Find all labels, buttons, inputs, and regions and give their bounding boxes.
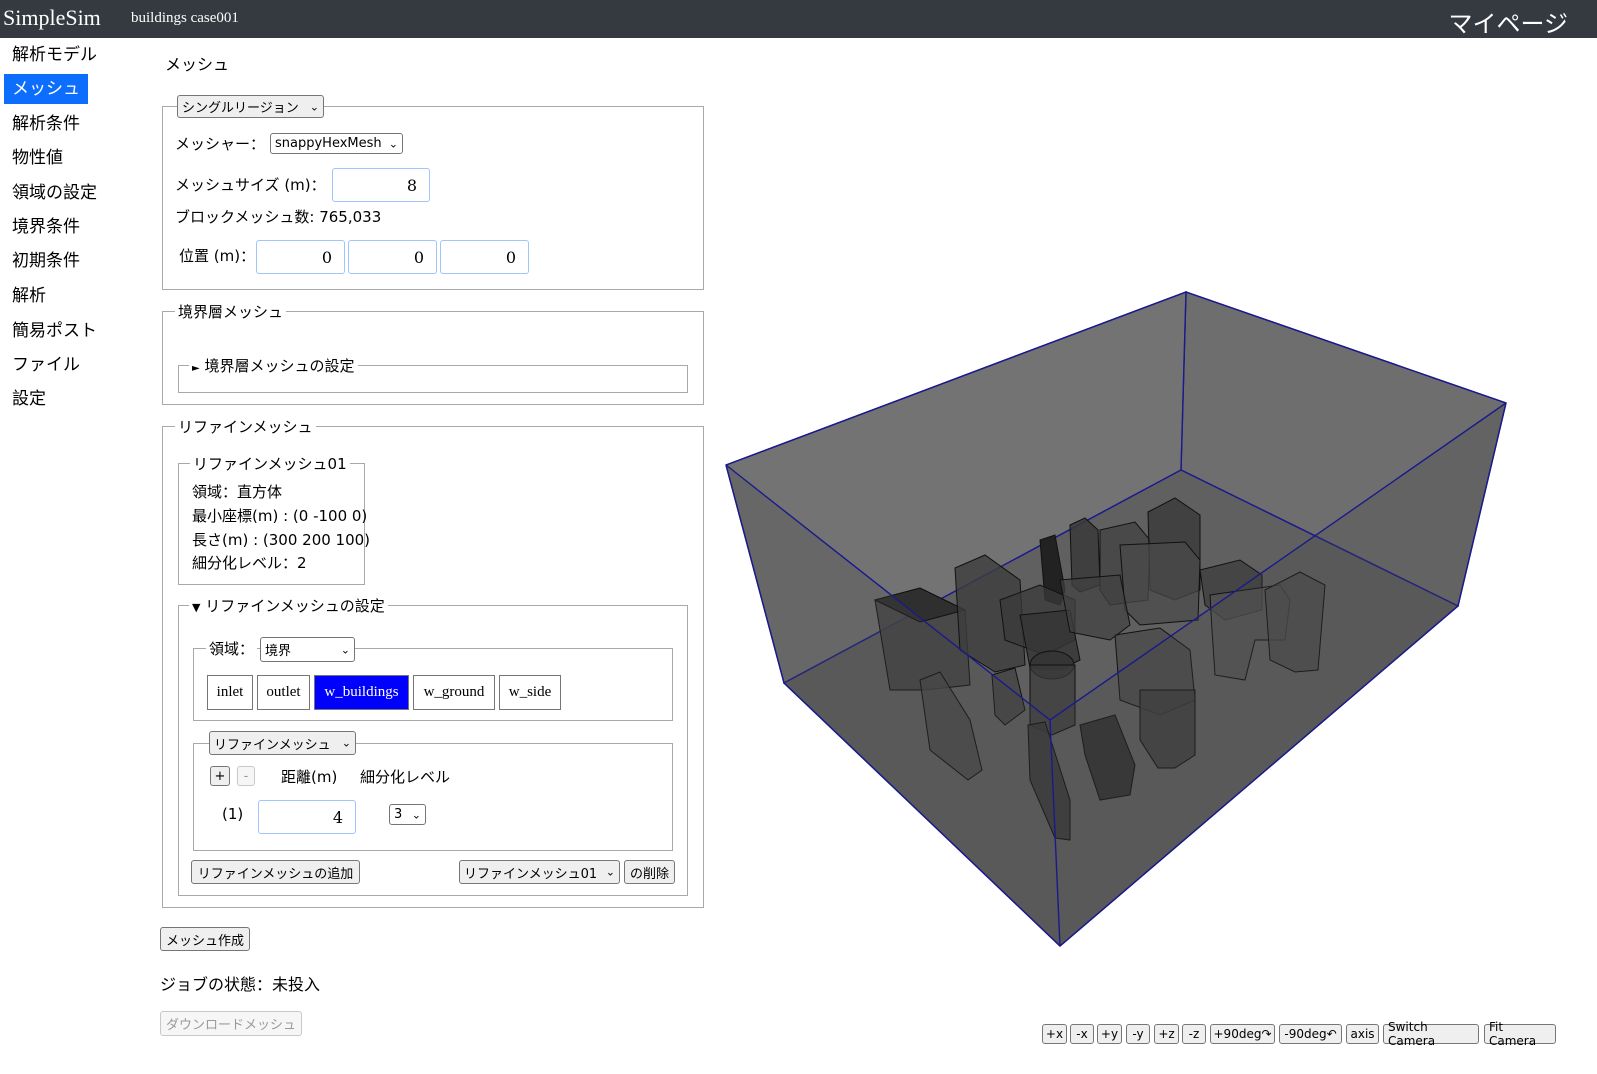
patch-w-side[interactable]: w_side bbox=[499, 675, 561, 710]
position-label: 位置 (m)： bbox=[179, 247, 256, 265]
chevron-down-icon: ⌄ bbox=[309, 100, 319, 113]
project-name: buildings case001 bbox=[131, 10, 239, 26]
refine-mesh-item-legend: リファインメッシュ01 bbox=[190, 453, 350, 474]
view-minus-y-button[interactable]: -y bbox=[1126, 1024, 1150, 1044]
refine-info-level: 細分化レベル：2 bbox=[192, 554, 307, 572]
mesh-3d-viewer[interactable] bbox=[715, 270, 1585, 1010]
sidebar-item-model[interactable]: 解析モデル bbox=[4, 40, 105, 70]
sidebar-item-properties[interactable]: 物性値 bbox=[4, 143, 71, 173]
mesh-size-label: メッシュサイズ (m)： bbox=[175, 176, 326, 194]
patch-w-buildings[interactable]: w_buildings bbox=[314, 675, 409, 710]
chevron-down-icon: ⌄ bbox=[340, 643, 350, 656]
refine-distance-input[interactable] bbox=[258, 800, 356, 834]
mypage-link[interactable]: マイページ bbox=[1448, 4, 1568, 39]
sidebar-item-simple-post[interactable]: 簡易ポスト bbox=[4, 316, 105, 346]
delete-target-value: リファインメッシュ01 bbox=[464, 866, 598, 882]
view-minus-z-button[interactable]: -z bbox=[1182, 1024, 1206, 1044]
refine-level-select[interactable]: 3 ⌄ bbox=[389, 804, 426, 825]
triangle-right-icon: ► bbox=[192, 363, 200, 374]
delete-refine-mesh-button[interactable]: の削除 bbox=[624, 860, 675, 884]
refine-region-value: 境界 bbox=[265, 644, 292, 659]
refine-mesh-legend: リファインメッシュ bbox=[175, 416, 316, 437]
sidebar-item-settings[interactable]: 設定 bbox=[4, 384, 54, 414]
add-refine-mesh-button[interactable]: リファインメッシュの追加 bbox=[191, 860, 360, 884]
job-status: ジョブの状態：未投入 bbox=[160, 975, 321, 994]
boundary-layer-legend: 境界層メッシュ bbox=[175, 301, 287, 322]
level-header: 細分化レベル bbox=[360, 768, 451, 786]
chevron-down-icon: ⌄ bbox=[388, 137, 398, 150]
patch-inlet[interactable]: inlet bbox=[207, 675, 253, 710]
refine-distance-panel bbox=[193, 743, 673, 851]
page-title: メッシュ bbox=[165, 55, 230, 74]
create-mesh-button[interactable]: メッシュ作成 bbox=[160, 927, 250, 951]
row-index: (1) bbox=[222, 805, 244, 823]
top-bar: SimpleSim buildings case001 マイページ bbox=[0, 0, 1597, 38]
view-plus-z-button[interactable]: +z bbox=[1154, 1024, 1179, 1044]
remove-row-button[interactable]: - bbox=[237, 766, 255, 786]
axis-button[interactable]: axis bbox=[1346, 1024, 1379, 1044]
refine-info-length: 長さ(m) : (300 200 100) bbox=[192, 531, 371, 549]
mesher-value: snappyHexMesh bbox=[275, 136, 382, 151]
sidebar-item-mesh[interactable]: メッシュ bbox=[4, 74, 88, 104]
mesher-label: メッシャー： bbox=[175, 135, 266, 153]
sidebar-item-file[interactable]: ファイル bbox=[4, 350, 88, 380]
sidebar-item-initial-conditions[interactable]: 初期条件 bbox=[4, 246, 88, 276]
triangle-down-icon: ▼ bbox=[192, 601, 201, 614]
brand-logo[interactable]: SimpleSim bbox=[3, 5, 101, 31]
position-y-input[interactable] bbox=[348, 240, 437, 274]
position-x-input[interactable] bbox=[256, 240, 345, 274]
sidebar-item-analysis-conditions[interactable]: 解析条件 bbox=[4, 109, 88, 139]
mesh-size-input[interactable] bbox=[332, 168, 430, 202]
boundary-layer-settings-label: 境界層メッシュの設定 bbox=[204, 357, 355, 375]
chevron-down-icon: ⌄ bbox=[605, 865, 615, 879]
boundary-layer-settings-toggle[interactable]: ► 境界層メッシュの設定 bbox=[189, 355, 358, 376]
view-minus-x-button[interactable]: -x bbox=[1070, 1024, 1094, 1044]
region-mode-value: シングルリージョン bbox=[182, 101, 299, 116]
refine-region-select[interactable]: 境界 ⌄ bbox=[260, 637, 355, 662]
chevron-down-icon: ⌄ bbox=[341, 736, 351, 750]
mesher-select[interactable]: snappyHexMesh ⌄ bbox=[270, 133, 403, 154]
download-mesh-button[interactable]: ダウンロードメッシュ bbox=[160, 1011, 302, 1036]
fit-camera-button[interactable]: Fit Camera bbox=[1484, 1020, 1556, 1048]
rotate-plus-90-button[interactable]: +90deg↷ bbox=[1210, 1024, 1275, 1044]
distance-header: 距離(m) bbox=[281, 768, 338, 786]
delete-target-select[interactable]: リファインメッシュ01 ⌄ bbox=[459, 860, 620, 884]
mesh-3d-canvas[interactable] bbox=[715, 270, 1585, 1010]
refine-region-label: 領域： bbox=[206, 638, 258, 659]
refine-info-region: 領域：直方体 bbox=[192, 483, 283, 501]
position-z-input[interactable] bbox=[440, 240, 529, 274]
region-mode-select[interactable]: シングルリージョン ⌄ bbox=[177, 95, 324, 118]
patch-outlet[interactable]: outlet bbox=[257, 675, 310, 710]
refine-mode-value: リファインメッシュ bbox=[214, 737, 331, 753]
switch-camera-button[interactable]: Switch Camera bbox=[1383, 1020, 1479, 1048]
sidebar-item-region-settings[interactable]: 領域の設定 bbox=[4, 178, 105, 208]
refine-settings-toggle[interactable]: ▼ リファインメッシュの設定 bbox=[189, 595, 388, 616]
refine-mode-select[interactable]: リファインメッシュ ⌄ bbox=[209, 731, 356, 755]
rotate-minus-90-button[interactable]: -90deg↶ bbox=[1279, 1024, 1342, 1044]
add-row-button[interactable]: + bbox=[210, 766, 230, 786]
view-plus-y-button[interactable]: +y bbox=[1097, 1024, 1122, 1044]
patch-w-ground[interactable]: w_ground bbox=[413, 675, 495, 710]
chevron-down-icon: ⌄ bbox=[411, 808, 421, 821]
refine-info-min-coord: 最小座標(m) : (0 -100 0) bbox=[192, 507, 368, 525]
sidebar-item-solve[interactable]: 解析 bbox=[4, 281, 54, 311]
block-mesh-count: ブロックメッシュ数: 765,033 bbox=[175, 208, 382, 226]
refine-settings-label: リファインメッシュの設定 bbox=[205, 597, 385, 615]
view-plus-x-button[interactable]: +x bbox=[1042, 1024, 1067, 1044]
refine-level-value: 3 bbox=[394, 807, 403, 822]
sidebar-item-boundary-conditions[interactable]: 境界条件 bbox=[4, 212, 88, 242]
